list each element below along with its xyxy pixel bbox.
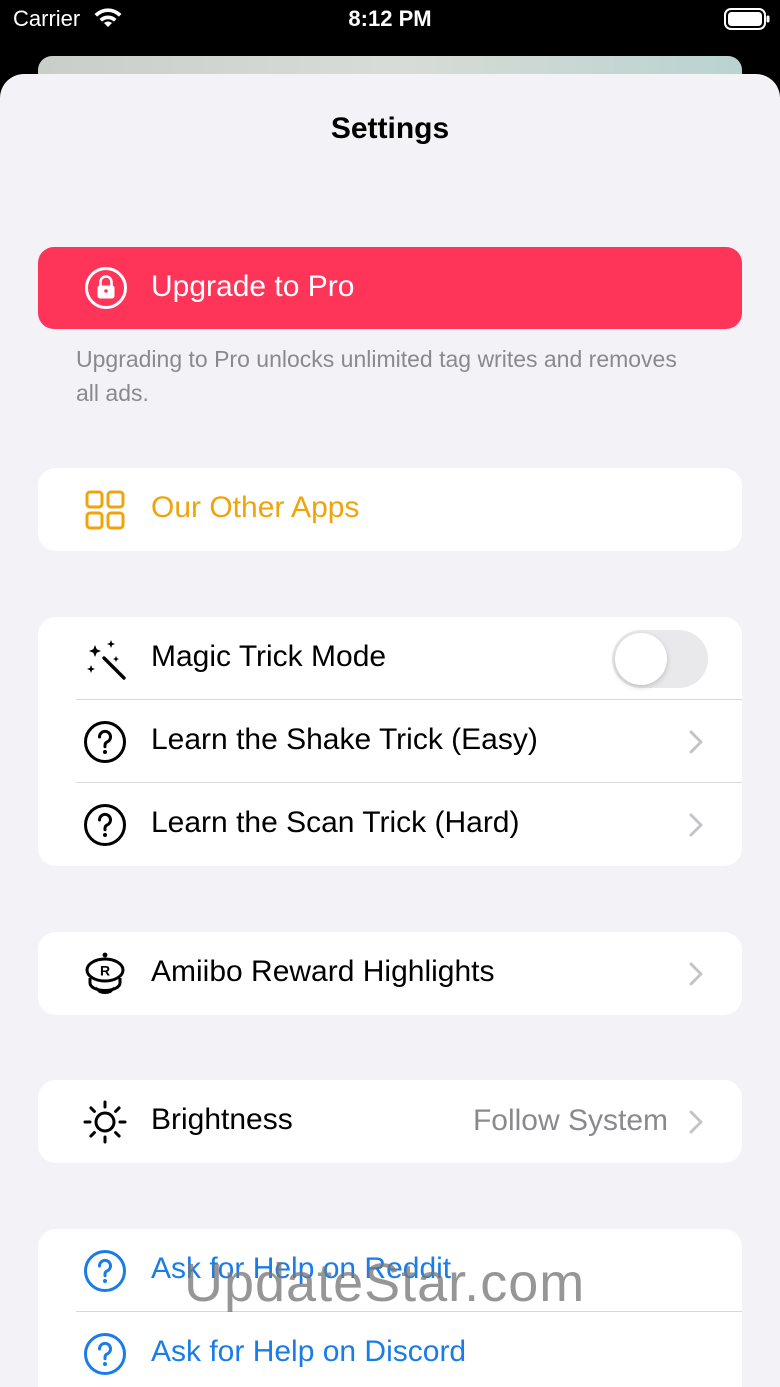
chevron-right-icon [689, 730, 703, 754]
brightness-group: Brightness Follow System [38, 1080, 742, 1163]
settings-sheet: Settings Upgrade to Pro Upgrading to Pro… [0, 74, 780, 1387]
question-circle-icon [84, 721, 126, 763]
chevron-right-icon [689, 813, 703, 837]
status-time: 8:12 PM [348, 6, 432, 31]
lock-icon [85, 267, 127, 309]
other-apps-group: Our Other Apps [38, 468, 742, 551]
amiibo-group: R Amiibo Reward Highlights [38, 932, 742, 1015]
sun-icon [83, 1100, 127, 1144]
upgrade-footnote: Upgrading to Pro unlocks unlimited tag w… [76, 346, 677, 406]
brightness-row[interactable]: Brightness Follow System [38, 1080, 742, 1163]
ask-help-reddit-link[interactable]: Ask for Help on Reddit [151, 1252, 451, 1286]
grid-icon [85, 490, 125, 530]
chevron-right-icon [689, 1110, 703, 1134]
ask-help-discord-row[interactable]: Ask for Help on Discord [38, 1312, 742, 1387]
magic-trick-mode-label: Magic Trick Mode [151, 640, 387, 673]
magic-trick-group: Magic Trick Mode Learn the Shake Trick (… [38, 617, 742, 866]
our-other-apps-label: Our Other Apps [151, 491, 360, 524]
svg-text:R: R [100, 963, 110, 979]
battery-icon [724, 8, 770, 30]
toggle-knob [615, 633, 667, 685]
chevron-right-icon [689, 962, 703, 986]
our-other-apps-row[interactable]: Our Other Apps [38, 468, 742, 551]
upgrade-label: Upgrade to Pro [151, 270, 355, 303]
brightness-label: Brightness [151, 1103, 293, 1136]
ask-help-reddit-row[interactable]: Ask for Help on Reddit [38, 1229, 742, 1312]
help-group: Ask for Help on Reddit Ask for Help on D… [38, 1229, 742, 1387]
page-title: Settings [330, 112, 450, 145]
question-circle-icon [84, 804, 126, 846]
brightness-value: Follow System [472, 1104, 668, 1137]
status-bar: Carrier 8:12 PM [0, 0, 780, 56]
amiibo-icon: R [85, 952, 125, 994]
learn-scan-trick-label: Learn the Scan Trick (Hard) [151, 806, 520, 839]
learn-scan-trick-row[interactable]: Learn the Scan Trick (Hard) [38, 783, 742, 866]
learn-shake-trick-row[interactable]: Learn the Shake Trick (Easy) [38, 700, 742, 783]
amiibo-reward-highlights-row[interactable]: R Amiibo Reward Highlights [38, 932, 742, 1015]
ask-help-discord-link[interactable]: Ask for Help on Discord [151, 1335, 466, 1369]
amiibo-reward-highlights-label: Amiibo Reward Highlights [151, 955, 495, 988]
question-circle-icon [84, 1333, 126, 1375]
magic-wand-icon [87, 640, 126, 680]
question-circle-icon [84, 1250, 126, 1292]
magic-trick-mode-toggle[interactable] [612, 630, 708, 688]
learn-shake-trick-label: Learn the Shake Trick (Easy) [151, 723, 538, 756]
upgrade-to-pro-button[interactable]: Upgrade to Pro [38, 247, 742, 329]
magic-trick-mode-row: Magic Trick Mode [38, 617, 742, 700]
